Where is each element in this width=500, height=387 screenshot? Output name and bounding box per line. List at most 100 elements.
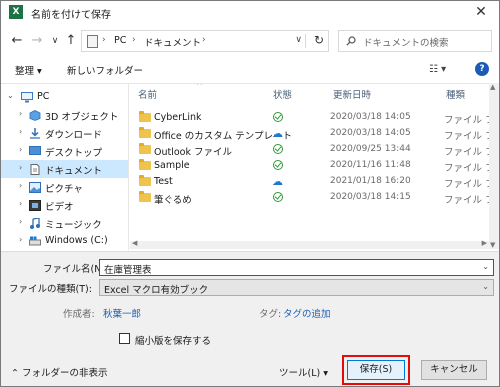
chevron-right-icon[interactable]: › (202, 35, 206, 45)
column-header-status[interactable]: 状態 (273, 87, 292, 101)
address-bar[interactable]: › PC › ドキュメント › ∨ ↻ (81, 30, 329, 52)
file-row[interactable]: Sample 2020/11/16 11:48 ファイル フォル (130, 158, 499, 174)
chevron-right-icon[interactable]: › (102, 35, 106, 45)
close-icon[interactable]: ✕ (463, 1, 499, 23)
new-folder-button[interactable]: 新しいフォルダー (67, 63, 143, 77)
file-row[interactable]: 筆ぐるめ 2020/03/18 14:15 ファイル フォル (130, 190, 499, 206)
sidebar-item-desktop[interactable]: › デスクトップ (1, 142, 128, 160)
sync-ok-icon (273, 112, 283, 122)
folder-icon (139, 191, 151, 202)
tools-dropdown[interactable]: ツール(L) ▾ (279, 365, 328, 379)
sidebar-item-windows-drive[interactable]: › Windows (C:) (1, 232, 128, 250)
sort-ascending-icon: ^ (196, 84, 203, 90)
chevron-right-icon[interactable]: › (19, 163, 22, 172)
title-bar: X 名前を付けて保存 ✕ (1, 1, 499, 23)
file-date: 2020/11/16 11:48 (330, 160, 411, 170)
back-arrow-icon[interactable]: ← (9, 33, 25, 49)
scroll-left-icon[interactable]: ◀ (132, 239, 137, 247)
cloud-icon: ☁ (272, 127, 283, 140)
sidebar-item-pictures[interactable]: › ピクチャ (1, 178, 128, 196)
save-button[interactable]: 保存(S) (342, 355, 410, 385)
cloud-icon: ☁ (272, 175, 283, 188)
chevron-right-icon[interactable]: › (19, 109, 22, 118)
view-options-icon[interactable]: ☷ ▾ (429, 64, 446, 75)
folder-icon (139, 111, 151, 122)
column-header-type[interactable]: 種類 (446, 87, 465, 101)
sidebar-item-downloads[interactable]: › ダウンロード (1, 124, 128, 142)
sidebar-item-3d-objects[interactable]: › 3D オブジェクト (1, 106, 128, 124)
scroll-down-icon[interactable]: ▼ (490, 241, 495, 249)
help-icon[interactable]: ? (475, 62, 489, 76)
sidebar-item-videos[interactable]: › ビデオ (1, 196, 128, 214)
chevron-down-icon[interactable]: ⌄ (482, 282, 489, 291)
sidebar-item-pc[interactable]: ⌄ PC (1, 88, 128, 106)
chevron-right-icon[interactable]: › (132, 35, 136, 45)
save-form: ファイル名(N): 在庫管理表 ⌄ ファイルの種類(T): Excel マクロ有… (1, 251, 499, 386)
recent-locations-icon[interactable]: ∨ (47, 33, 63, 49)
save-thumbnail-label[interactable]: 縮小版を保存する (135, 333, 211, 347)
chevron-down-icon[interactable]: ∨ (295, 35, 302, 45)
file-name: CyberLink (154, 112, 202, 123)
tags-label: タグ: (259, 309, 282, 320)
column-header-modified[interactable]: 更新日時 (333, 87, 371, 101)
file-date: 2020/03/18 14:05 (330, 128, 411, 138)
file-name: Outlook ファイル (154, 147, 233, 158)
sidebar-item-label: Windows (C:) (45, 235, 108, 246)
excel-icon: X (9, 5, 23, 19)
tags-input[interactable]: タグの追加 (283, 306, 331, 320)
chevron-right-icon[interactable]: › (19, 199, 22, 208)
column-header-name[interactable]: 名前 (138, 87, 157, 101)
vertical-scrollbar[interactable]: ▲ ▼ (489, 83, 499, 249)
file-row[interactable]: Test ☁ 2021/01/18 16:20 ファイル フォル (130, 174, 499, 190)
forward-arrow-icon[interactable]: → (29, 33, 45, 49)
chevron-down-icon[interactable]: ⌄ (7, 91, 14, 100)
navigation-bar: ← → ∨ ↑ › PC › ドキュメント › ∨ ↻ ドキュメントの検索 (1, 25, 499, 57)
filetype-value: Excel マクロ有効ブック (104, 285, 209, 296)
chevron-right-icon[interactable]: › (19, 235, 22, 244)
breadcrumb-documents[interactable]: ドキュメント (144, 35, 201, 49)
chevron-right-icon[interactable]: › (19, 217, 22, 226)
file-name: Sample (154, 160, 190, 171)
file-row[interactable]: Outlook ファイル 2020/09/25 13:44 ファイル フォル (130, 142, 499, 158)
divider (305, 34, 306, 48)
command-bar: 整理 ▾ 新しいフォルダー ☷ ▾ ? (1, 59, 499, 81)
file-row[interactable]: Office のカスタム テンプレート ☁ 2020/03/18 14:05 フ… (130, 126, 499, 142)
pictures-icon (29, 182, 41, 193)
sync-ok-icon (273, 160, 283, 170)
horizontal-scrollbar[interactable]: ◀ ▶ (130, 239, 489, 249)
videos-icon (29, 200, 41, 211)
navigation-pane: ⌄ PC › 3D オブジェクト › ダウンロード › デスクトップ › ドキュ… (1, 84, 129, 250)
filename-field[interactable]: 在庫管理表 ⌄ (99, 259, 494, 276)
author-value[interactable]: 秋葉一郎 (103, 306, 141, 320)
window-title: 名前を付けて保存 (31, 10, 111, 21)
sidebar-item-music[interactable]: › ミュージック (1, 214, 128, 232)
search-input[interactable]: ドキュメントの検索 (338, 30, 492, 52)
file-name: 筆ぐるめ (154, 195, 192, 206)
file-row[interactable]: CyberLink 2020/03/18 14:05 ファイル フォル (130, 110, 499, 126)
search-placeholder: ドキュメントの検索 (363, 38, 449, 49)
sync-ok-icon (273, 192, 283, 202)
music-icon (30, 218, 40, 229)
chevron-right-icon[interactable]: › (19, 145, 22, 154)
chevron-right-icon[interactable]: › (19, 127, 22, 136)
file-date: 2020/03/18 14:15 (330, 192, 411, 202)
scroll-right-icon[interactable]: ▶ (482, 239, 487, 247)
pc-icon (21, 92, 33, 103)
sidebar-item-label: ダウンロード (45, 130, 103, 141)
save-thumbnail-checkbox[interactable] (119, 333, 130, 344)
hide-folders-button[interactable]: ⌃ フォルダーの非表示 (11, 365, 108, 379)
filetype-select[interactable]: Excel マクロ有効ブック ⌄ (99, 279, 494, 296)
cancel-button[interactable]: キャンセル (421, 360, 487, 380)
chevron-down-icon[interactable]: ⌄ (482, 262, 489, 271)
chevron-up-icon: ⌃ (11, 368, 22, 379)
breadcrumb-pc[interactable]: PC (114, 35, 126, 46)
sidebar-item-documents[interactable]: › ドキュメント (1, 160, 128, 178)
chevron-right-icon[interactable]: › (19, 181, 22, 190)
scroll-up-icon[interactable]: ▲ (490, 83, 495, 91)
main-pane: ⌄ PC › 3D オブジェクト › ダウンロード › デスクトップ › ドキュ… (1, 83, 499, 250)
organize-button[interactable]: 整理 ▾ (15, 63, 42, 77)
search-icon (346, 36, 356, 46)
folder-icon (139, 143, 151, 154)
refresh-icon[interactable]: ↻ (314, 33, 324, 47)
up-arrow-icon[interactable]: ↑ (63, 33, 79, 49)
